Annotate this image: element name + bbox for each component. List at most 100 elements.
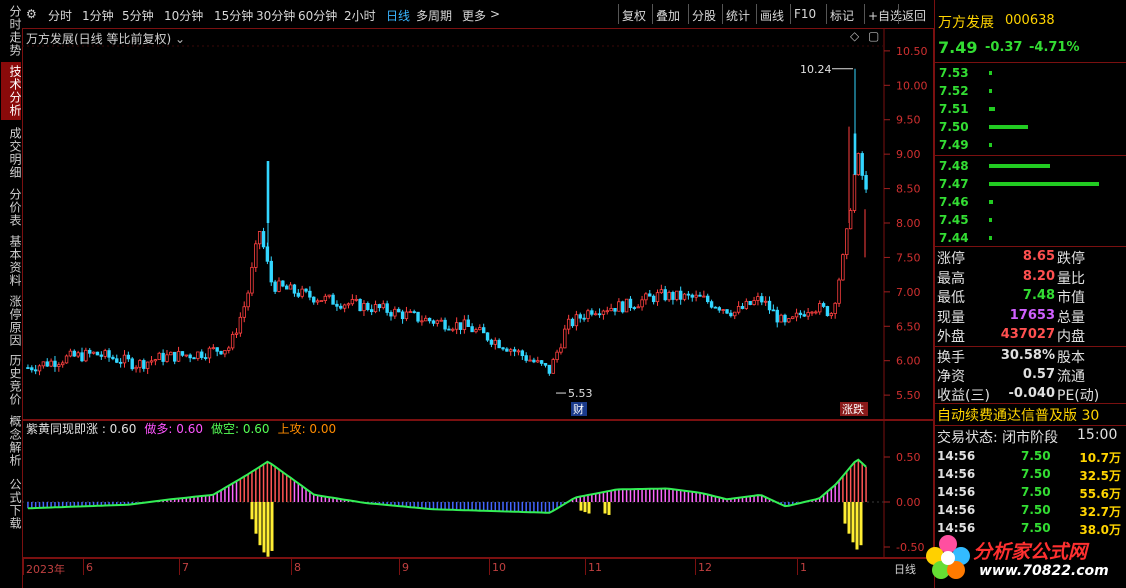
- kline-chart[interactable]: 万方发展(日线 等比前复权) ⌄ ◇ ▢ 10.50 10.00 9.50 9.00 8…: [22, 28, 934, 420]
- y-tick-label: 8.00: [896, 217, 921, 230]
- tab-3[interactable]: 成交明细: [1, 124, 22, 182]
- bid-row[interactable]: 7.46: [935, 193, 1126, 211]
- price-change-pct: -4.71%: [1029, 40, 1080, 55]
- tool-2[interactable]: 叠加: [656, 7, 680, 24]
- tick-time: 14:56: [937, 521, 976, 535]
- y-tick-label: 6.00: [896, 355, 921, 368]
- stat-value: 7.48: [1022, 288, 1055, 303]
- indicator-chart[interactable]: 紫黄同现即涨 : 0.60 做多: 0.60 做空: 0.60 上攻: 0.00 0.…: [22, 420, 934, 558]
- x-tick-label: 6: [86, 561, 93, 574]
- period-6[interactable]: 30分钟: [256, 7, 295, 24]
- y-tick-label: 7.50: [896, 251, 921, 264]
- bid-row[interactable]: 7.48: [935, 157, 1126, 175]
- period-5[interactable]: 15分钟: [214, 7, 253, 24]
- stat-label: 换手: [937, 350, 965, 366]
- ask-row[interactable]: 7.52: [935, 82, 1126, 100]
- period-corner-label: 日线: [894, 563, 916, 576]
- stat-value: 17653: [1009, 307, 1055, 323]
- ask-row[interactable]: 7.49: [935, 136, 1126, 154]
- tool-4[interactable]: 统计: [726, 7, 750, 24]
- finance-badge[interactable]: 财: [573, 402, 584, 416]
- stat-label-right: PE(动): [1057, 388, 1100, 404]
- y-tick-label: 10.50: [896, 45, 928, 58]
- sub-y-tick-label: -0.50: [896, 541, 924, 554]
- more-chevron-icon[interactable]: >: [490, 7, 500, 21]
- tick-time: 14:56: [937, 467, 976, 481]
- stat-label: 收益(三): [937, 388, 990, 404]
- stat-value: 8.20: [1022, 268, 1055, 284]
- stat-label-right: 量比: [1057, 270, 1085, 287]
- volume-bar: [989, 182, 1099, 186]
- period-4[interactable]: 10分钟: [164, 7, 203, 24]
- bid-row[interactable]: 7.45: [935, 211, 1126, 229]
- period-9[interactable]: 日线: [386, 7, 410, 24]
- tab-7[interactable]: 历史竞价: [1, 352, 22, 408]
- tab-5[interactable]: 基本资料: [1, 232, 22, 290]
- ask-row[interactable]: 7.50: [935, 118, 1126, 136]
- volume-bar: [989, 236, 993, 240]
- tick-price: 7.50: [1021, 521, 1051, 535]
- tool-5[interactable]: 画线: [760, 7, 784, 24]
- tab-1[interactable]: 分时走势: [1, 4, 22, 58]
- sub-y-tick-label: 0.00: [896, 496, 921, 509]
- tab-4[interactable]: 分价表: [1, 184, 22, 230]
- ask-row[interactable]: 7.53: [935, 64, 1126, 82]
- last-price: 7.49: [938, 38, 978, 57]
- stat-label: 现量: [937, 309, 965, 326]
- x-tick-label: 9: [402, 561, 409, 574]
- period-10[interactable]: 多周期: [416, 7, 452, 24]
- settings-icon[interactable]: ⚙: [26, 7, 37, 21]
- tool-3[interactable]: 分股: [692, 7, 716, 24]
- period-3[interactable]: 5分钟: [122, 7, 154, 24]
- x-tick-label: 10: [492, 561, 506, 574]
- tool-7[interactable]: 标记: [830, 7, 854, 24]
- volume-bar: [989, 200, 994, 204]
- stat-value: 0.57: [1022, 367, 1055, 382]
- period-2[interactable]: 1分钟: [82, 7, 114, 24]
- tab-8[interactable]: 概念解析: [1, 410, 22, 472]
- tool-9[interactable]: 返回: [902, 7, 926, 24]
- tick-price: 7.50: [1021, 449, 1051, 463]
- period-1[interactable]: 分时: [48, 7, 72, 24]
- stat-label-right: 股本: [1057, 350, 1085, 366]
- book-price: 7.51: [939, 102, 969, 116]
- high-label: 10.24: [800, 63, 832, 76]
- period-7[interactable]: 60分钟: [298, 7, 337, 24]
- trade-tick-row: 14:56 7.50 32.7万: [935, 501, 1126, 519]
- stat-value: 437027: [1000, 327, 1055, 342]
- watermark-url: www.70822.com: [979, 563, 1109, 579]
- volume-bar: [989, 164, 1050, 168]
- y-tick-label: 5.50: [896, 389, 921, 402]
- tool-6[interactable]: F10: [794, 7, 816, 21]
- stat-value: 8.65: [1022, 249, 1055, 264]
- volume-bar: [989, 107, 995, 111]
- stat-label: 最高: [937, 270, 965, 287]
- bid-row[interactable]: 7.47: [935, 175, 1126, 193]
- tab-2[interactable]: 技术分析: [1, 62, 22, 120]
- limit-badge[interactable]: 涨跌: [842, 402, 864, 416]
- tab-6[interactable]: 涨停原因: [1, 292, 22, 350]
- ask-row[interactable]: 7.51: [935, 100, 1126, 118]
- trade-status: 交易状态: 闭市阶段: [937, 430, 1059, 446]
- stat-label: 外盘: [937, 329, 965, 345]
- book-price: 7.44: [939, 231, 969, 245]
- x-tick-label: 8: [294, 561, 301, 574]
- x-tick-label: 1: [800, 561, 807, 574]
- bid-row[interactable]: 7.44: [935, 229, 1126, 247]
- tool-1[interactable]: 复权: [622, 7, 646, 24]
- renew-banner[interactable]: 自动续费通达信普及版 30: [937, 405, 1099, 425]
- tool-8[interactable]: +自选: [868, 7, 902, 24]
- stat-label-right: 跌停: [1057, 251, 1085, 267]
- tick-volume: 32.5万: [1079, 469, 1121, 483]
- tab-9[interactable]: 公式下载: [1, 474, 22, 534]
- period-8[interactable]: 2小时: [344, 7, 376, 24]
- price-change: -0.37: [985, 40, 1023, 55]
- stock-name: 万方发展: [938, 15, 994, 31]
- volume-bar: [989, 218, 993, 222]
- volume-bar: [989, 89, 993, 93]
- period-11[interactable]: 更多: [462, 7, 486, 24]
- indicator-canvas: 0.50 0.00 -0.50: [22, 420, 934, 558]
- tick-price: 7.50: [1021, 485, 1051, 499]
- watermark-name: 分析家公式网: [973, 541, 1088, 563]
- x-tick-label: 11: [588, 561, 602, 574]
